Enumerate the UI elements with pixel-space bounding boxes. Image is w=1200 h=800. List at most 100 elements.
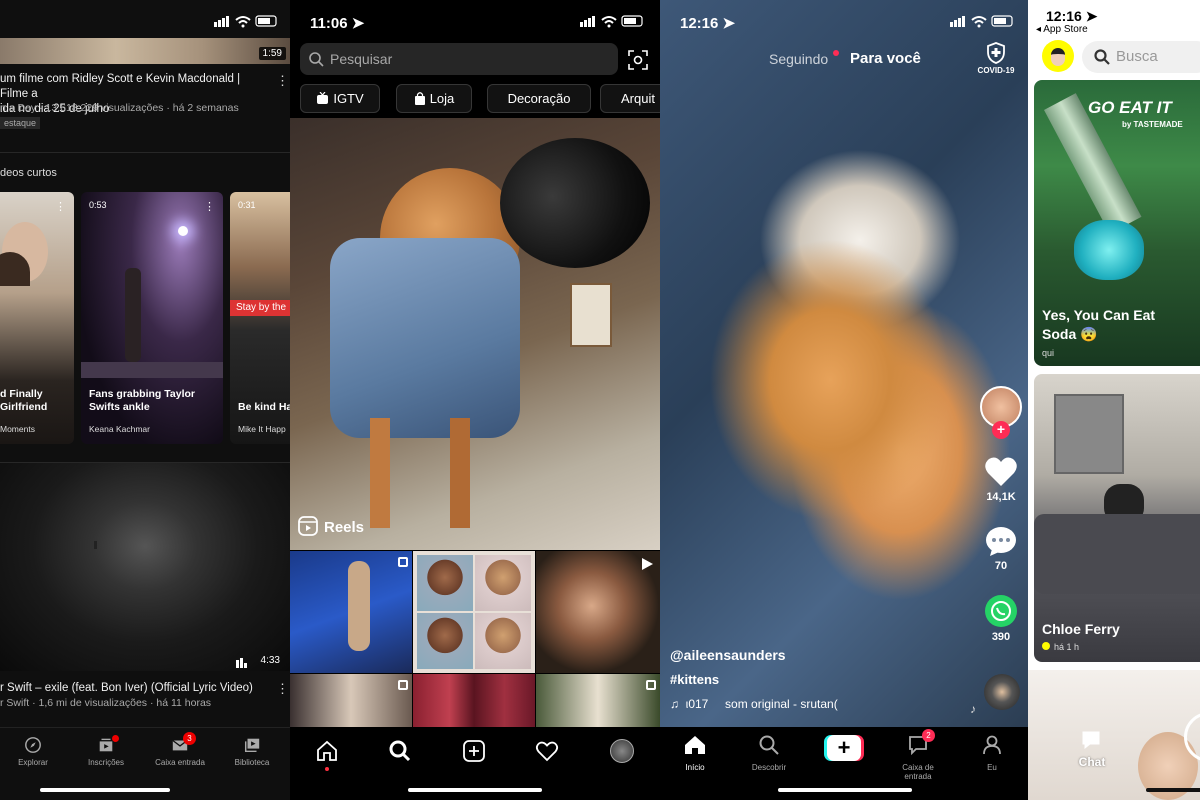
comment-count: 70 [994, 560, 1008, 572]
more-options-icon[interactable]: ⋮ [55, 200, 66, 213]
meme-frame [417, 613, 473, 669]
tab-following[interactable]: Seguindo [769, 51, 828, 67]
short-channel: Keana Kachmar [89, 424, 150, 434]
reels-icon [298, 516, 318, 536]
video-play-icon [642, 558, 653, 570]
discover-card[interactable]: Chloe Ferry há 1 h [1034, 374, 1200, 662]
chip-igtv[interactable]: IGTV [300, 84, 380, 113]
like-button[interactable]: 14,1K [978, 456, 1024, 503]
create-post-icon[interactable] [462, 739, 486, 763]
card-subtitle: qui [1042, 348, 1055, 358]
short-channel: Moments [0, 424, 35, 434]
youtube-panel: 1:59 um filme com Ridley Scott e Kevin M… [0, 0, 290, 800]
meme-frame [417, 555, 473, 611]
short-card[interactable]: 0:31 Stay by the Be kind Ha Mike It Happ [230, 192, 290, 444]
nav-inbox[interactable]: 3 Caixa entrada [150, 732, 210, 767]
create-button[interactable]: + [824, 735, 864, 761]
more-options-icon[interactable]: ⋮ [204, 200, 215, 213]
short-channel: Mike It Happ [238, 424, 286, 434]
shield-icon[interactable] [986, 42, 1006, 64]
discover-card[interactable] [1028, 670, 1200, 800]
search-icon[interactable] [388, 739, 412, 763]
discover-card[interactable]: GO EAT IT by TASTEMADE Yes, You Can Eat … [1034, 80, 1200, 366]
whatsapp-icon [985, 595, 1017, 627]
nav-profile[interactable]: Eu [962, 735, 1022, 772]
carousel-icon [398, 557, 408, 567]
chip-label: IGTV [333, 91, 364, 106]
search-input[interactable]: Pesquisar [300, 43, 618, 75]
music-disc-icon[interactable] [984, 674, 1020, 710]
nav-label: Caixa entrada [155, 758, 205, 767]
back-to-app-store[interactable]: ◂ App Store [1036, 24, 1088, 35]
nav-home[interactable]: Início [665, 735, 725, 772]
reels-label[interactable]: Reels [298, 516, 364, 536]
nav-label: Eu [987, 763, 997, 772]
card-logo-sub: by TASTEMADE [1122, 120, 1183, 129]
more-options-icon[interactable]: ⋮ [276, 682, 289, 695]
video-thumbnail[interactable]: 4:33 [0, 463, 290, 671]
hashtag[interactable]: #kittens [670, 672, 719, 687]
video-frame[interactable] [660, 0, 1028, 727]
grid-item[interactable] [536, 551, 660, 673]
notification-dot [112, 735, 119, 742]
nav-inbox[interactable]: 2 Caixa de entrada [888, 729, 948, 781]
nav-discover[interactable]: Descobrir [739, 735, 799, 772]
home-icon[interactable] [315, 739, 339, 763]
search-input[interactable]: Busca [1082, 41, 1200, 73]
creator-username[interactable]: @aileensaunders [670, 647, 786, 663]
grid-item[interactable] [413, 551, 535, 673]
video-title[interactable]: r Swift – exile (feat. Bon Iver) (Offici… [0, 682, 253, 694]
grid-item[interactable] [290, 674, 412, 727]
video-thumbnail[interactable]: 1:59 [0, 38, 290, 64]
divider [0, 152, 290, 153]
grid-item[interactable] [536, 674, 660, 727]
nav-label: Início [685, 763, 705, 772]
short-title: Be kind Ha [238, 401, 290, 413]
more-options-icon[interactable]: ⋮ [276, 74, 289, 87]
short-title: Fans grabbing Taylor Swifts ankle [89, 388, 195, 413]
comment-button[interactable]: 70 [978, 525, 1024, 572]
card-logo: GO EAT IT [1088, 98, 1172, 117]
nav-label: Explorar [18, 758, 48, 767]
chat-icon[interactable] [1081, 730, 1101, 750]
reels-preview[interactable] [290, 118, 660, 550]
sound-label[interactable]: ♫ ι017 som original - srutan( [670, 697, 838, 711]
share-button[interactable]: 390 [978, 594, 1024, 643]
scan-icon[interactable] [628, 50, 648, 70]
status-time: 11:06 ➤ [310, 15, 365, 32]
notification-dot [325, 767, 329, 771]
chip-decoration[interactable]: Decoração [487, 84, 591, 113]
chat-label[interactable]: Chat [1070, 755, 1114, 769]
microphone [500, 138, 650, 268]
follow-button[interactable]: + [992, 421, 1010, 439]
short-card[interactable]: d Finally Girlfriend Moments ⋮ [0, 192, 74, 444]
nav-label: Inscrições [87, 758, 124, 767]
short-card[interactable]: 0:53 ⋮ Fans grabbing Taylor Swifts ankle… [81, 192, 223, 444]
card-title: Chloe Ferry [1042, 621, 1120, 637]
shorts-header: deos curtos [0, 167, 57, 179]
heart-icon [985, 457, 1017, 486]
chip-shop[interactable]: Loja [396, 84, 472, 113]
heart-icon[interactable] [535, 739, 559, 763]
story-icon [1042, 642, 1050, 650]
home-indicator [1146, 788, 1200, 792]
dog-leg [370, 418, 390, 528]
short-title: d Finally Girlfriend [0, 388, 48, 413]
chip-architecture[interactable]: Arquit [600, 84, 660, 113]
chip-label: Loja [429, 91, 455, 106]
compass-icon [25, 737, 41, 753]
music-note-icon: ♪ [970, 702, 976, 716]
grid-item[interactable] [290, 551, 412, 673]
search-icon [759, 735, 779, 755]
nav-subscriptions[interactable]: Inscrições [76, 735, 136, 767]
nav-explore[interactable]: Explorar [3, 736, 63, 767]
nav-library[interactable]: Biblioteca [222, 736, 282, 767]
profile-avatar[interactable] [610, 739, 634, 763]
chip-label: Arquit [621, 91, 655, 106]
sofa [1034, 514, 1200, 594]
short-overlay-text: Stay by the [230, 300, 290, 316]
bitmoji-avatar[interactable] [1042, 40, 1074, 72]
card-subtitle: há 1 h [1042, 642, 1079, 652]
grid-item[interactable] [413, 674, 535, 727]
tab-for-you[interactable]: Para você [850, 50, 921, 67]
